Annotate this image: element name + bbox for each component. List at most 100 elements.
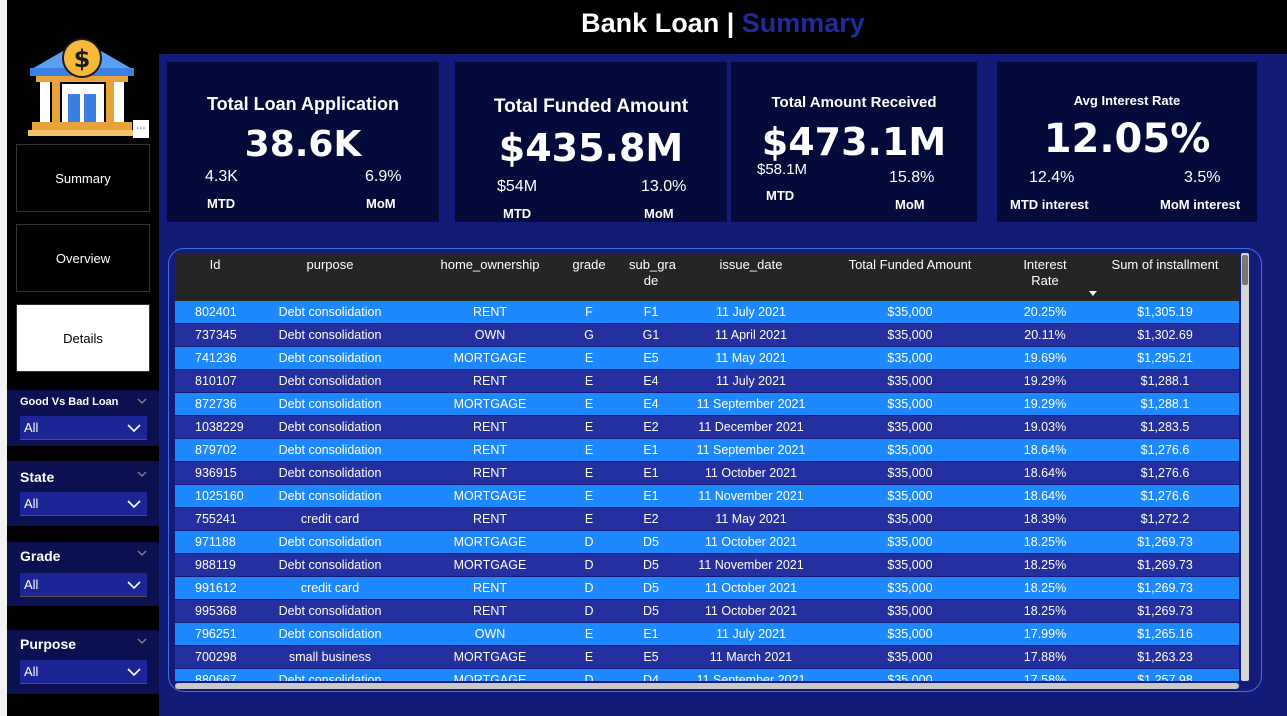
more-options-icon[interactable]: ⋯ bbox=[133, 120, 149, 138]
chevron-down-icon bbox=[127, 581, 141, 590]
card-mom-value: 13.0% bbox=[641, 178, 687, 195]
table-row[interactable]: 1038229 Debt consolidation RENT E E2 11 Decem… bbox=[175, 416, 1239, 439]
table-cell: 17.99% bbox=[1023, 627, 1067, 641]
scrollbar-thumb[interactable] bbox=[1242, 255, 1248, 285]
table-cell: E bbox=[584, 443, 594, 457]
table-cell: 17.58% bbox=[1023, 673, 1067, 681]
table-cell: 18.25% bbox=[1023, 604, 1067, 618]
table-cell: 19.29% bbox=[1023, 374, 1067, 388]
table-row[interactable]: 810107 Debt consolidation RENT E E4 11 July 2… bbox=[175, 370, 1239, 393]
table-body: 802401 Debt consolidation RENT F F1 11 July 2… bbox=[175, 301, 1239, 681]
horizontal-scrollbar[interactable] bbox=[175, 683, 1239, 689]
table-row[interactable]: 755241 credit card RENT E E2 11 May 2021 $35,0… bbox=[175, 508, 1239, 531]
table-cell: 11 July 2021 bbox=[716, 627, 786, 641]
card-title: Total Funded Amount bbox=[493, 96, 689, 117]
table-row[interactable]: 880667 Debt consolidation MORTGAGE D D4 11 Se… bbox=[175, 669, 1239, 681]
filter-select[interactable]: All bbox=[20, 492, 147, 516]
column-header-total-funded-amount[interactable]: Total Funded Amount bbox=[835, 257, 985, 273]
table-row[interactable]: 971188 Debt consolidation MORTGAGE D D5 11 Oc… bbox=[175, 531, 1239, 554]
table-cell: D5 bbox=[643, 581, 659, 595]
table-cell: MORTGAGE bbox=[453, 351, 527, 365]
table-cell: E2 bbox=[643, 420, 659, 434]
table-cell: 20.11% bbox=[1024, 328, 1066, 342]
table-cell: $35,000 bbox=[887, 581, 933, 595]
filter-select[interactable]: All bbox=[20, 660, 147, 684]
table-row[interactable]: 936915 Debt consolidation RENT E E1 11 Octobe… bbox=[175, 462, 1239, 485]
column-header-interest-rate[interactable]: Interest Rate bbox=[1015, 257, 1075, 289]
column-header-purpose[interactable]: purpose bbox=[265, 257, 395, 273]
column-header-home-ownership[interactable]: home_ownership bbox=[425, 257, 555, 273]
table-cell: $1,276.6 bbox=[1140, 489, 1190, 503]
chevron-down-icon bbox=[127, 500, 141, 509]
table-cell: $1,302.69 bbox=[1137, 328, 1193, 342]
nav-details-button[interactable]: Details bbox=[16, 304, 150, 372]
table-cell: 19.29% bbox=[1023, 397, 1067, 411]
table-cell: 11 September 2021 bbox=[696, 673, 806, 681]
column-header-issue-date[interactable]: issue_date bbox=[689, 257, 813, 273]
table-cell: $35,000 bbox=[887, 443, 933, 457]
card-mtd-value: $54M bbox=[497, 178, 538, 195]
table-cell: D bbox=[584, 558, 594, 572]
filter-select[interactable]: All bbox=[20, 416, 147, 440]
table-cell: 11 November 2021 bbox=[698, 489, 804, 503]
table-cell: D bbox=[584, 604, 594, 618]
table-cell: 755241 bbox=[195, 512, 237, 526]
table-cell: RENT bbox=[472, 466, 508, 480]
table-row[interactable]: 741236 Debt consolidation MORTGAGE E E5 11 Ma… bbox=[175, 347, 1239, 370]
table-cell: 20.25% bbox=[1023, 305, 1067, 319]
card-mtd-label: MTD bbox=[766, 188, 795, 203]
filter-purpose: Purpose All bbox=[7, 630, 159, 694]
table-row[interactable]: 991612 credit card RENT D D5 11 October 2021 $… bbox=[175, 577, 1239, 600]
nav-overview-button[interactable]: Overview bbox=[16, 224, 150, 292]
chevron-down-icon[interactable] bbox=[137, 636, 147, 646]
chevron-down-icon[interactable] bbox=[137, 548, 147, 558]
table-row[interactable]: 737345 Debt consolidation OWN G G1 11 April 2… bbox=[175, 324, 1239, 347]
table-cell: D bbox=[584, 673, 594, 681]
table-row[interactable]: 700298 small business MORTGAGE E E5 11 March … bbox=[175, 646, 1239, 669]
vertical-scrollbar[interactable] bbox=[1241, 253, 1249, 681]
column-header-id[interactable]: Id bbox=[195, 257, 235, 273]
table-row[interactable]: 872736 Debt consolidation MORTGAGE E E4 11 Se… bbox=[175, 393, 1239, 416]
table-cell: Debt consolidation bbox=[278, 443, 382, 457]
filter-select[interactable]: All bbox=[20, 573, 147, 597]
table-cell: $1,269.73 bbox=[1137, 604, 1193, 618]
table-row[interactable]: 879702 Debt consolidation RENT E E1 11 Septem… bbox=[175, 439, 1239, 462]
card-value: 38.6K bbox=[244, 124, 362, 165]
table-cell: E5 bbox=[643, 650, 659, 664]
table-cell: 936915 bbox=[195, 466, 237, 480]
card-mtd-value: 4.3K bbox=[205, 168, 238, 185]
table-cell: RENT bbox=[472, 443, 508, 457]
table-cell: E1 bbox=[643, 466, 659, 480]
table-cell: 11 May 2021 bbox=[715, 351, 787, 365]
card-mom-label: MoM bbox=[644, 206, 674, 221]
column-header-sub-grade[interactable]: sub_gra de bbox=[629, 257, 676, 289]
table-cell: E5 bbox=[643, 351, 659, 365]
table-cell: Debt consolidation bbox=[278, 328, 382, 342]
table-cell: 18.25% bbox=[1023, 581, 1067, 595]
table-cell: $1,276.6 bbox=[1140, 443, 1190, 457]
table-cell: 988119 bbox=[195, 558, 236, 572]
filter-good-vs-bad-loan: Good Vs Bad Loan All bbox=[7, 390, 159, 446]
table-cell: RENT bbox=[472, 305, 508, 319]
table-cell: 880667 bbox=[195, 673, 237, 681]
table-row[interactable]: 995368 Debt consolidation RENT D D5 11 Octobe… bbox=[175, 600, 1239, 623]
table-row[interactable]: 988119 Debt consolidation MORTGAGE D D5 11 No… bbox=[175, 554, 1239, 577]
table-row[interactable]: 796251 Debt consolidation OWN E E1 11 July 20… bbox=[175, 623, 1239, 646]
table-row[interactable]: 1025160 Debt consolidation MORTGAGE E E1 11 N… bbox=[175, 485, 1239, 508]
column-header-grade[interactable]: grade bbox=[569, 257, 609, 273]
table-cell: credit card bbox=[300, 512, 360, 526]
table-row[interactable]: 802401 Debt consolidation RENT F F1 11 July 2… bbox=[175, 301, 1239, 324]
table-cell: $35,000 bbox=[887, 650, 933, 664]
card-total-loan-application: Total Loan Application 38.6K 4.3K 6.9% M… bbox=[167, 62, 439, 222]
table-cell: $35,000 bbox=[887, 604, 933, 618]
table-cell: $35,000 bbox=[887, 351, 933, 365]
column-header-sum-of-installment[interactable]: Sum of installment bbox=[1095, 257, 1235, 273]
table-cell: 1025160 bbox=[195, 489, 244, 503]
chevron-down-icon[interactable] bbox=[137, 469, 147, 479]
svg-text:$: $ bbox=[74, 45, 91, 73]
chevron-down-icon bbox=[127, 668, 141, 677]
nav-summary-button[interactable]: Summary bbox=[16, 144, 150, 212]
table-cell: $35,000 bbox=[887, 305, 933, 319]
table-cell: $35,000 bbox=[887, 512, 933, 526]
chevron-down-icon[interactable] bbox=[137, 396, 147, 406]
